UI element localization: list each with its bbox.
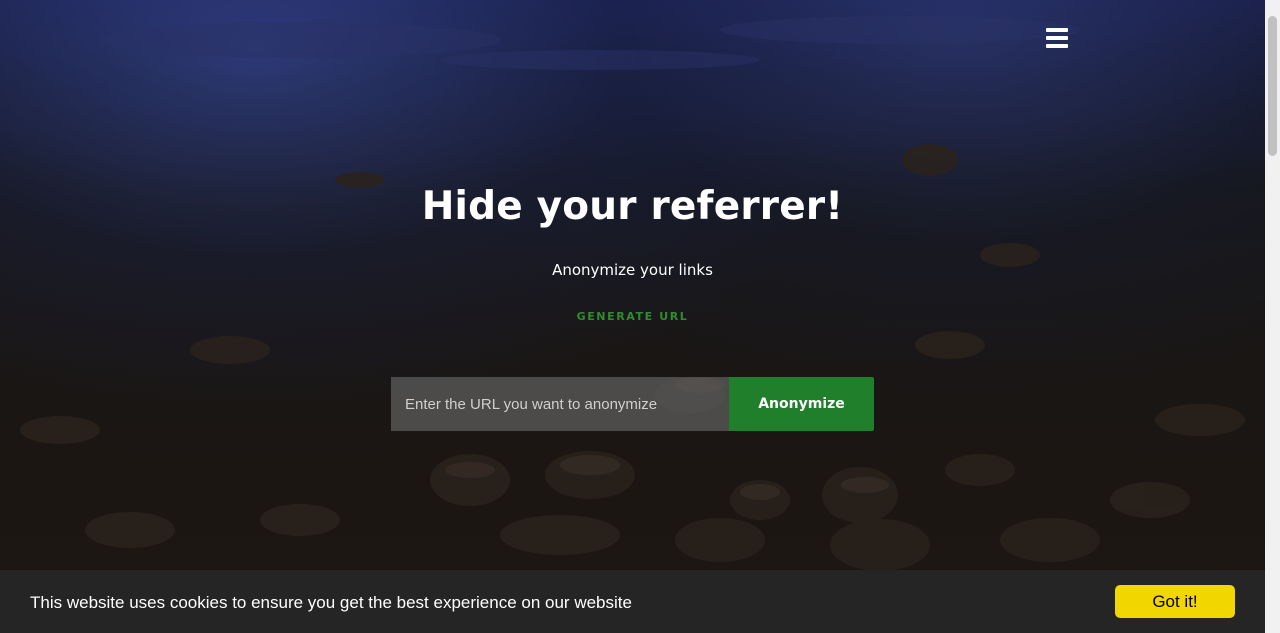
- menu-toggle-button[interactable]: [1046, 28, 1070, 48]
- hero-subtitle: Anonymize your links: [552, 261, 713, 279]
- menu-icon-bar: [1046, 28, 1068, 32]
- anonymize-button[interactable]: Anonymize: [729, 377, 874, 431]
- url-input[interactable]: [391, 377, 729, 431]
- scrollbar-thumb[interactable]: [1268, 16, 1277, 156]
- cookie-accept-button[interactable]: Got it!: [1115, 585, 1235, 618]
- page: Hide your referrer! Anonymize your links…: [0, 0, 1280, 633]
- hero-title: Hide your referrer!: [421, 184, 844, 229]
- menu-icon-bar: [1046, 36, 1068, 40]
- cookie-banner: This website uses cookies to ensure you …: [0, 570, 1265, 633]
- anonymize-form: Anonymize: [391, 377, 874, 431]
- scrollbar[interactable]: [1265, 0, 1280, 633]
- generate-url-link[interactable]: GENERATE URL: [0, 310, 1265, 323]
- menu-icon-bar: [1046, 44, 1068, 48]
- cookie-message: This website uses cookies to ensure you …: [30, 593, 632, 612]
